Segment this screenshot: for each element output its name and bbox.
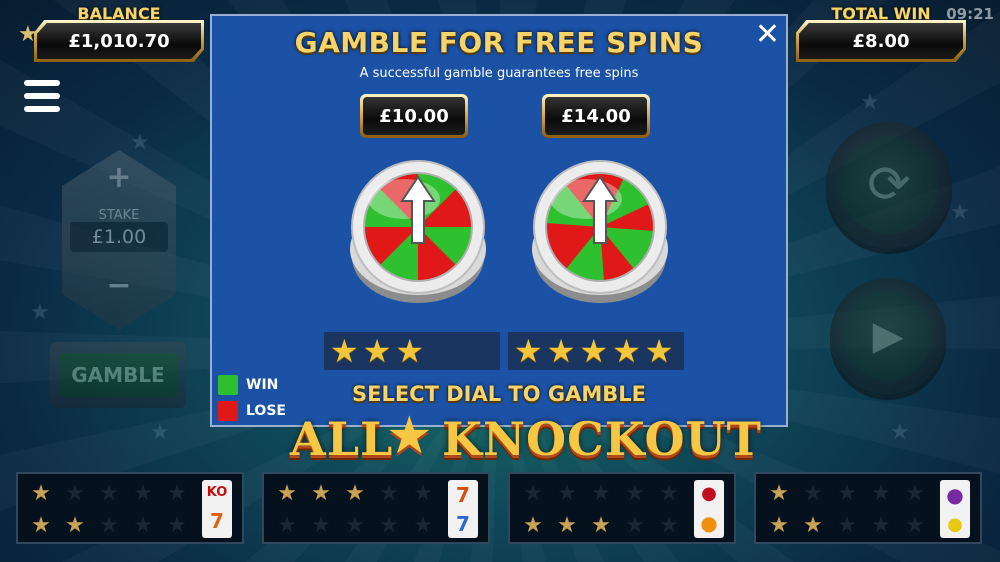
logo-star-icon: ★ bbox=[386, 406, 433, 466]
gamble-button[interactable]: GAMBLE bbox=[50, 342, 186, 408]
logo-text-all: ALL bbox=[290, 412, 394, 466]
spin-button[interactable]: ⟳ bbox=[826, 122, 952, 248]
star-icon: ★ bbox=[330, 332, 359, 370]
background-star-icon: ★ bbox=[30, 300, 50, 325]
cherry-orange-symbol-icon: ● ● bbox=[694, 480, 724, 538]
jackpot-panel-2: ★ ★ ★ ★ ★ ★ ★ ★ ★ ★ 77 bbox=[262, 472, 490, 544]
gamble-option-1-price: £10.00 bbox=[360, 94, 468, 138]
stake-increase-button[interactable]: + bbox=[62, 160, 176, 195]
price-value: £14.00 bbox=[545, 97, 647, 135]
close-icon[interactable]: ✕ bbox=[755, 20, 780, 50]
star-icon: ★ bbox=[514, 332, 543, 370]
ko-seven-symbol-icon: KO 7 bbox=[202, 480, 232, 538]
jackpot-panel-3: ★ ★ ★ ★ ★ ★ ★ ★ ★ ★ ● ● bbox=[508, 472, 736, 544]
total-win-display: £8.00 bbox=[796, 20, 966, 62]
spin-icon: ⟳ bbox=[840, 136, 938, 234]
game-logo: ALL ★ KNOCKOUT bbox=[290, 406, 761, 472]
dial-wheel-icon bbox=[532, 160, 668, 303]
gamble-button-label: GAMBLE bbox=[59, 353, 177, 397]
logo-text-knockout: KNOCKOUT bbox=[442, 412, 762, 466]
balance-value: £1,010.70 bbox=[37, 23, 201, 59]
background-star-icon: ★ bbox=[950, 200, 970, 225]
modal-subtitle: A successful gamble guarantees free spin… bbox=[359, 66, 639, 81]
seven-symbol-icon: 77 bbox=[448, 480, 478, 538]
modal-title: GAMBLE FOR FREE SPINS bbox=[294, 26, 704, 59]
stake-label: STAKE bbox=[98, 208, 140, 223]
background-star-icon: ★ bbox=[890, 420, 910, 445]
star-icon: ★ bbox=[395, 332, 425, 370]
autoplay-icon: ▶ bbox=[844, 292, 932, 380]
plum-lemon-symbol-icon: ● ● bbox=[940, 480, 970, 538]
total-win-value: £8.00 bbox=[799, 23, 963, 59]
dial-wheel-icon bbox=[350, 160, 486, 303]
stake-control: + STAKE £1.00 − bbox=[62, 150, 176, 330]
menu-button[interactable] bbox=[24, 80, 60, 119]
autoplay-button[interactable]: ▶ bbox=[830, 278, 946, 394]
price-value: £10.00 bbox=[363, 97, 465, 135]
star-icon: ★ bbox=[546, 332, 576, 370]
gamble-modal: GAMBLE FOR FREE SPINS A successful gambl… bbox=[210, 14, 788, 427]
star-icon: ★ bbox=[612, 332, 641, 370]
background-star-icon: ★ bbox=[860, 90, 880, 115]
star-icon: ★ bbox=[362, 332, 392, 370]
stake-decrease-button[interactable]: − bbox=[62, 268, 176, 303]
gamble-option-2-price: £14.00 bbox=[542, 94, 650, 138]
balance-display: £1,010.70 bbox=[34, 20, 204, 62]
gamble-dial-2[interactable] bbox=[528, 159, 672, 309]
star-icon: ★ bbox=[644, 332, 674, 370]
jackpot-panel-1: ★ ★ ★ ★ ★ ★ ★ ★ ★ ★ KO 7 bbox=[16, 472, 244, 544]
gamble-dial-1[interactable] bbox=[346, 159, 490, 309]
option-1-stars: ★ ★ ★ bbox=[324, 332, 500, 370]
star-icon: ★ bbox=[579, 332, 609, 370]
stake-value: £1.00 bbox=[70, 222, 168, 252]
hamburger-icon bbox=[24, 80, 60, 86]
instruction-text: SELECT DIAL TO GAMBLE bbox=[351, 382, 647, 406]
clock: 09:21 bbox=[946, 5, 994, 23]
option-2-stars: ★ ★ ★ ★ ★ bbox=[508, 332, 684, 370]
jackpot-panel-4: ★ ★ ★ ★ ★ ★ ★ ★ ★ ★ ● ● bbox=[754, 472, 982, 544]
background-star-icon: ★ bbox=[150, 420, 170, 445]
